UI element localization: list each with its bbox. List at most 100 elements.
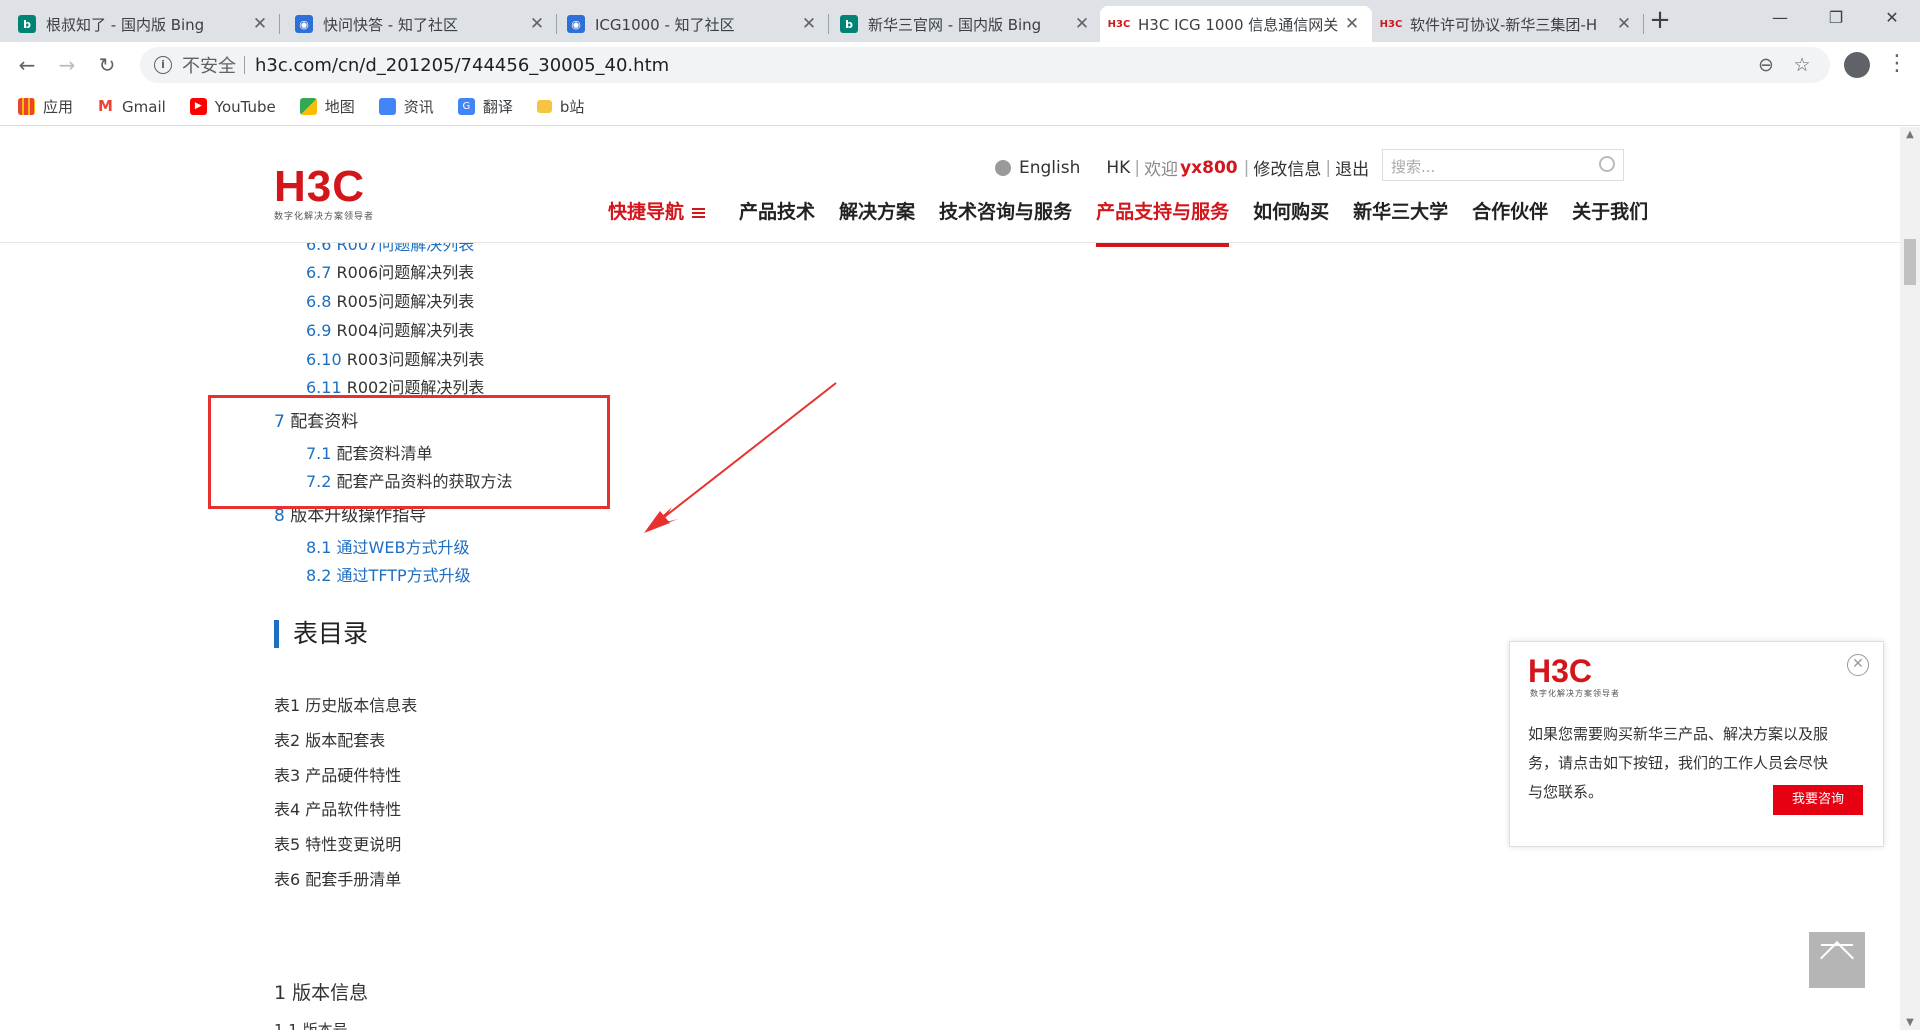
youtube-icon: ▶	[189, 98, 207, 115]
browser-tab-active[interactable]: H3C H3C ICG 1000 信息通信网关 ✕	[1100, 6, 1372, 42]
browser-tab[interactable]: ◉ 快问快答 - 知了社区 ✕	[285, 6, 557, 42]
bookmark-star-icon[interactable]: ☆	[1784, 51, 1820, 79]
header-utility-links: English HK | 欢迎 yx800 | 修改信息 | 退出	[995, 155, 1369, 180]
site-header: H3C 数字化解决方案领导者 English HK | 欢迎 yx800 | 修…	[0, 127, 1900, 247]
maps-icon	[299, 98, 317, 115]
toc-item[interactable]: 6.8 R005问题解决列表	[306, 288, 474, 312]
table-link[interactable]: 表6 配套手册清单	[274, 866, 401, 890]
bookmark-news[interactable]: 资讯	[378, 96, 434, 117]
scrollbar-thumb[interactable]	[1904, 239, 1916, 285]
browser-tab[interactable]: b 新华三官网 - 国内版 Bing ✕	[830, 6, 1102, 42]
nav-item[interactable]: 产品技术	[739, 197, 815, 243]
main-navigation: 快捷导航 产品技术 解决方案 技术咨询与服务 产品支持与服务 如何购买 新华三大…	[608, 197, 1672, 247]
browser-tab[interactable]: H3C 软件许可协议-新华三集团-H ✕	[1372, 6, 1644, 42]
apps-grid-icon	[18, 98, 35, 115]
annotation-highlight-box	[208, 395, 610, 509]
back-to-top-button[interactable]	[1809, 932, 1865, 988]
table-link[interactable]: 表1 历史版本信息表	[274, 692, 417, 716]
card-logo: H3C	[1528, 653, 1593, 689]
quick-nav-button[interactable]: 快捷导航	[608, 197, 706, 243]
restore-icon[interactable]: ❐	[1808, 0, 1864, 36]
site-search-input[interactable]: 搜索...	[1382, 149, 1624, 181]
reload-icon[interactable]: ↻	[92, 50, 122, 80]
toc-item[interactable]: 8.1 通过WEB方式升级	[306, 534, 469, 558]
scroll-down-icon[interactable]: ▼	[1900, 1017, 1920, 1028]
bookmark-apps[interactable]: 应用	[18, 96, 73, 117]
bing-icon: b	[18, 15, 36, 33]
bing-icon: b	[840, 15, 858, 33]
zoom-icon[interactable]: ⊖	[1748, 51, 1784, 79]
table-link[interactable]: 表5 特性变更说明	[274, 831, 401, 855]
menu-icon	[692, 207, 706, 218]
nav-item[interactable]: 合作伙伴	[1472, 197, 1548, 243]
tables-section-title: 表目录	[274, 620, 368, 648]
back-icon[interactable]: ←	[12, 50, 42, 80]
globe-icon	[995, 159, 1011, 176]
table-link[interactable]: 表4 产品软件特性	[274, 796, 401, 820]
toc-item[interactable]: 6.7 R006问题解决列表	[306, 259, 474, 283]
menu-dots-icon[interactable]: ⋮	[1886, 50, 1908, 78]
browser-tab[interactable]: b 根叔知了 - 国内版 Bing ✕	[8, 6, 280, 42]
new-tab-button[interactable]: +	[1645, 6, 1675, 36]
bookmark-gmail[interactable]: M Gmail	[97, 98, 166, 116]
nav-item-active[interactable]: 产品支持与服务	[1096, 197, 1230, 247]
close-tab-icon[interactable]: ✕	[1342, 14, 1362, 34]
search-icon[interactable]	[1599, 156, 1615, 172]
info-icon[interactable]: i	[154, 56, 172, 74]
close-icon[interactable]: ✕	[1847, 654, 1869, 676]
bookmark-bilibili[interactable]: b站	[536, 96, 584, 117]
close-tab-icon[interactable]: ✕	[250, 14, 270, 34]
annotation-arrow-icon	[644, 382, 837, 533]
h3c-icon: H3C	[1107, 18, 1131, 30]
nav-item[interactable]: 解决方案	[839, 197, 915, 243]
version-subsection-title: 1.1 版本号	[274, 1021, 348, 1030]
browser-tab[interactable]: ◉ ICG1000 - 知了社区 ✕	[557, 6, 829, 42]
h3c-logo[interactable]: H3C 数字化解决方案领导者	[274, 165, 374, 223]
forward-icon[interactable]: →	[52, 50, 82, 80]
gmail-icon: M	[98, 97, 113, 115]
table-link[interactable]: 表2 版本配套表	[274, 727, 385, 751]
close-tab-icon[interactable]: ✕	[799, 14, 819, 34]
consult-button[interactable]: 我要咨询	[1773, 785, 1863, 815]
zhiliao-icon: ◉	[295, 15, 313, 33]
url-text[interactable]: h3c.com/cn/d_201205/744456_30005_40.htm	[255, 55, 669, 76]
security-label[interactable]: 不安全	[182, 52, 236, 78]
nav-item[interactable]: 如何购买	[1253, 197, 1329, 243]
chevron-up-icon	[1820, 941, 1854, 975]
bookmarks-bar: 应用 M Gmail ▶ YouTube 地图 资讯 G 翻译 b站	[0, 88, 1920, 126]
toc-item[interactable]: 6.9 R004问题解决列表	[306, 317, 474, 341]
toc-item[interactable]: 8.2 通过TFTP方式升级	[306, 562, 471, 586]
bookmark-translate[interactable]: G 翻译	[457, 96, 513, 117]
address-bar[interactable]: i 不安全 h3c.com/cn/d_201205/744456_30005_4…	[140, 47, 1830, 83]
news-icon	[378, 98, 396, 115]
browser-tab-bar: b 根叔知了 - 国内版 Bing ✕ ◉ 快问快答 - 知了社区 ✕ ◉ IC…	[0, 0, 1920, 42]
nav-item[interactable]: 新华三大学	[1353, 197, 1448, 243]
folder-icon	[536, 100, 552, 113]
bookmark-youtube[interactable]: ▶ YouTube	[189, 98, 276, 116]
close-tab-icon[interactable]: ✕	[1072, 14, 1092, 34]
h3c-icon: H3C	[1379, 18, 1403, 30]
minimize-icon[interactable]: —	[1752, 0, 1808, 36]
contact-card: H3C 数字化解决方案领导者 ✕ 如果您需要购买新华三产品、解决方案以及服务，请…	[1509, 641, 1884, 847]
browser-toolbar: ← → ↻ i 不安全 h3c.com/cn/d_201205/744456_3…	[0, 42, 1920, 88]
nav-item[interactable]: 关于我们	[1572, 197, 1648, 243]
toc-item[interactable]: 6.10 R003问题解决列表	[306, 346, 484, 370]
edit-info-link[interactable]: 修改信息	[1253, 155, 1321, 180]
language-link[interactable]: English	[1019, 158, 1080, 178]
profile-avatar-icon[interactable]	[1844, 52, 1870, 78]
close-tab-icon[interactable]: ✕	[1614, 14, 1634, 34]
page-scrollbar[interactable]: ▲ ▼	[1900, 127, 1920, 1030]
version-section-title: 1 版本信息	[274, 982, 369, 1004]
table-link[interactable]: 表3 产品硬件特性	[274, 762, 401, 786]
close-window-icon[interactable]: ✕	[1864, 0, 1920, 36]
zhiliao-icon: ◉	[567, 15, 585, 33]
scroll-up-icon[interactable]: ▲	[1900, 129, 1920, 140]
close-tab-icon[interactable]: ✕	[527, 14, 547, 34]
bookmark-maps[interactable]: 地图	[299, 96, 355, 117]
nav-item[interactable]: 技术咨询与服务	[939, 197, 1072, 243]
region-link[interactable]: HK	[1106, 158, 1130, 178]
logout-link[interactable]: 退出	[1335, 155, 1369, 180]
translate-icon: G	[457, 98, 475, 115]
username[interactable]: yx800	[1180, 158, 1238, 178]
page-viewport: 6.6 R007问题解决列表 6.7 R006问题解决列表 6.8 R005问题…	[0, 127, 1900, 1030]
